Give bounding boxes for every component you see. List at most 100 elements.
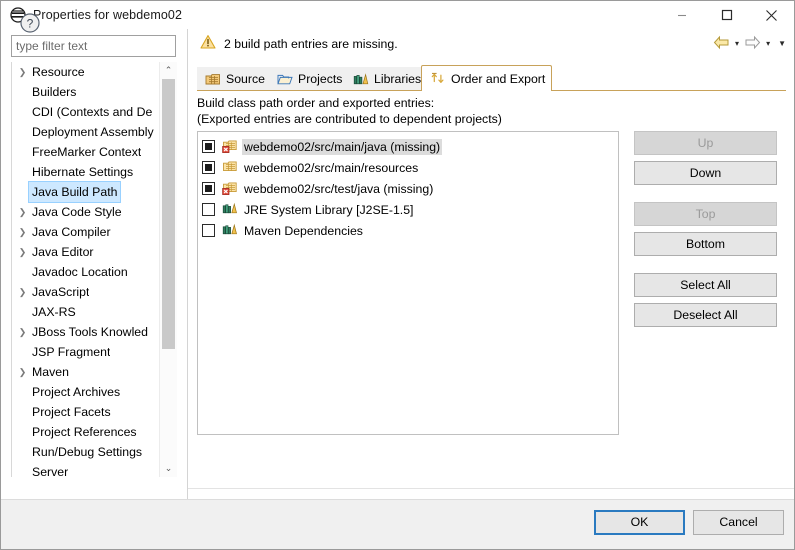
libraries-books-icon (353, 72, 369, 87)
sidebar-item-javascript[interactable]: ❯ JavaScript (12, 282, 164, 302)
entry-export-checkbox[interactable] (202, 224, 215, 237)
back-arrow-icon[interactable] (713, 35, 730, 53)
tab-label: Projects (298, 72, 343, 86)
chevron-right-icon[interactable]: ❯ (14, 282, 31, 302)
description-line-2: (Exported entries are contributed to dep… (197, 112, 502, 126)
sidebar-item-label: Java Compiler (32, 225, 111, 239)
title-bar: Properties for webdemo02 (1, 1, 794, 29)
build-path-entry-row[interactable]: Maven Dependencies (198, 220, 618, 241)
sidebar-item-jax-rs[interactable]: JAX-RS (12, 302, 164, 322)
sidebar-item-builders[interactable]: Builders (12, 82, 164, 102)
sidebar-item-project-archives[interactable]: Project Archives (12, 382, 164, 402)
build-path-entries-list[interactable]: webdemo02/src/main/java (missing) webdemo… (197, 131, 619, 435)
forward-arrow-icon[interactable] (744, 35, 761, 53)
source-folder-error-icon (222, 180, 238, 198)
sidebar-item-label: Builders (32, 85, 77, 99)
sidebar-item-label: Java Build Path (27, 181, 122, 203)
cancel-button[interactable]: Cancel (693, 510, 784, 535)
entry-label: webdemo02/src/main/java (missing) (242, 138, 443, 155)
tab-label: Source (226, 72, 265, 86)
back-dropdown-icon[interactable]: ▾ (732, 39, 742, 48)
order-buttons-group: Up Down Top Bottom Select All Deselect All (634, 131, 779, 327)
entry-export-checkbox[interactable] (202, 182, 215, 195)
forward-dropdown-icon[interactable]: ▾ (763, 39, 773, 48)
properties-dialog: Properties for webdemo02 ❯ResourceBuilde… (0, 0, 795, 550)
sidebar-item-project-references[interactable]: Project References (12, 422, 164, 442)
chevron-right-icon[interactable]: ❯ (14, 202, 31, 222)
scroll-up-icon[interactable]: ⌃ (160, 62, 177, 79)
sidebar-item-freemarker-context[interactable]: FreeMarker Context (12, 142, 164, 162)
deselect-all-button[interactable]: Deselect All (634, 303, 777, 327)
build-path-entry-row[interactable]: webdemo02/src/main/java (missing) (198, 136, 618, 157)
build-path-entry-row[interactable]: webdemo02/src/main/resources (198, 157, 618, 178)
sidebar-item-label: Resource (32, 65, 85, 79)
tab-strip: Source Projects Libraries Order and Export (197, 65, 786, 91)
sidebar-item-server[interactable]: Server (12, 462, 164, 477)
chevron-right-icon[interactable]: ❯ (14, 242, 31, 262)
entry-label: JRE System Library [J2SE-1.5] (244, 202, 414, 217)
entry-export-checkbox[interactable] (202, 203, 215, 216)
select-all-button[interactable]: Select All (634, 273, 777, 297)
window-controls (659, 1, 794, 29)
sidebar-item-project-facets[interactable]: Project Facets (12, 402, 164, 422)
sidebar-item-maven[interactable]: ❯ Maven (12, 362, 164, 382)
chevron-right-icon[interactable]: ❯ (14, 362, 31, 382)
library-books-icon (222, 201, 238, 219)
sidebar-vertical-scrollbar[interactable]: ⌃ ⌄ (159, 62, 177, 477)
up-button: Up (634, 131, 777, 155)
tab-source[interactable]: Source (197, 67, 269, 91)
close-button[interactable] (749, 1, 794, 29)
tab-label: Order and Export (451, 71, 546, 86)
build-path-entry-row[interactable]: JRE System Library [J2SE-1.5] (198, 199, 618, 220)
settings-tree[interactable]: ❯ Resource Builders CDI (Contexts and De Dep… (11, 62, 177, 477)
sidebar-item-label: Maven (32, 365, 69, 379)
chevron-right-icon[interactable]: ❯ (14, 322, 31, 342)
filter-input[interactable] (11, 35, 176, 57)
sidebar-item-java-compiler[interactable]: ❯ Java Compiler (12, 222, 164, 242)
tab-label: Libraries (374, 72, 422, 86)
sidebar-item-java-build-path[interactable]: Java Build Path (12, 181, 164, 203)
sidebar-scroll-thumb[interactable] (162, 79, 175, 349)
tab-order-and-export[interactable]: Order and Export (421, 65, 552, 91)
sidebar-item-label: Project Facets (32, 405, 111, 419)
sidebar-item-run-debug-settings[interactable]: Run/Debug Settings (12, 442, 164, 462)
scroll-down-icon[interactable]: ⌄ (160, 460, 177, 477)
window-title: Properties for webdemo02 (33, 8, 183, 22)
tab-projects[interactable]: Projects (269, 67, 345, 91)
sidebar-item-label: Project Archives (32, 385, 121, 399)
sidebar-item-jboss-tools-knowled[interactable]: ❯ JBoss Tools Knowled (12, 322, 164, 342)
sidebar-item-cdi-contexts-and-de[interactable]: CDI (Contexts and De (12, 102, 164, 122)
ok-button[interactable]: OK (594, 510, 685, 535)
sidebar-item-hibernate-settings[interactable]: Hibernate Settings (12, 162, 164, 182)
chevron-right-icon[interactable]: ❯ (14, 222, 31, 242)
bottom-button[interactable]: Bottom (634, 232, 777, 256)
tab-libraries[interactable]: Libraries (345, 67, 421, 91)
sidebar-item-label: JavaScript (32, 285, 90, 299)
maximize-button[interactable] (704, 1, 749, 29)
help-question-icon[interactable]: ? (19, 12, 41, 34)
sidebar-item-deployment-assembly[interactable]: Deployment Assembly (12, 122, 164, 142)
minimize-button[interactable] (659, 1, 704, 29)
source-folder-error-icon (222, 138, 238, 156)
order-export-arrows-icon (430, 71, 446, 86)
sidebar-item-label: FreeMarker Context (32, 145, 142, 159)
sidebar-item-java-code-style[interactable]: ❯ Java Code Style (12, 202, 164, 222)
top-button: Top (634, 202, 777, 226)
entry-label: webdemo02/src/test/java (missing) (244, 181, 434, 196)
entry-export-checkbox[interactable] (202, 161, 215, 174)
sidebar-item-label: Java Editor (32, 245, 94, 259)
page-menu-icon[interactable]: ▼ (775, 39, 789, 48)
chevron-right-icon[interactable]: ❯ (14, 62, 31, 82)
warning-triangle-icon (200, 34, 216, 53)
entry-export-checkbox[interactable] (202, 140, 215, 153)
projects-folder-icon (277, 72, 293, 87)
sidebar-item-java-editor[interactable]: ❯ Java Editor (12, 242, 164, 262)
down-button[interactable]: Down (634, 161, 777, 185)
build-path-entry-row[interactable]: webdemo02/src/test/java (missing) (198, 178, 618, 199)
sidebar-item-jsp-fragment[interactable]: JSP Fragment (12, 342, 164, 362)
sidebar-item-resource[interactable]: ❯ Resource (12, 62, 164, 82)
sidebar-item-javadoc-location[interactable]: Javadoc Location (12, 262, 164, 282)
sidebar-item-label: Project References (32, 425, 137, 439)
sidebar-item-label: Java Code Style (32, 205, 122, 219)
settings-tree-list: ❯ Resource Builders CDI (Contexts and De Dep… (12, 62, 164, 477)
